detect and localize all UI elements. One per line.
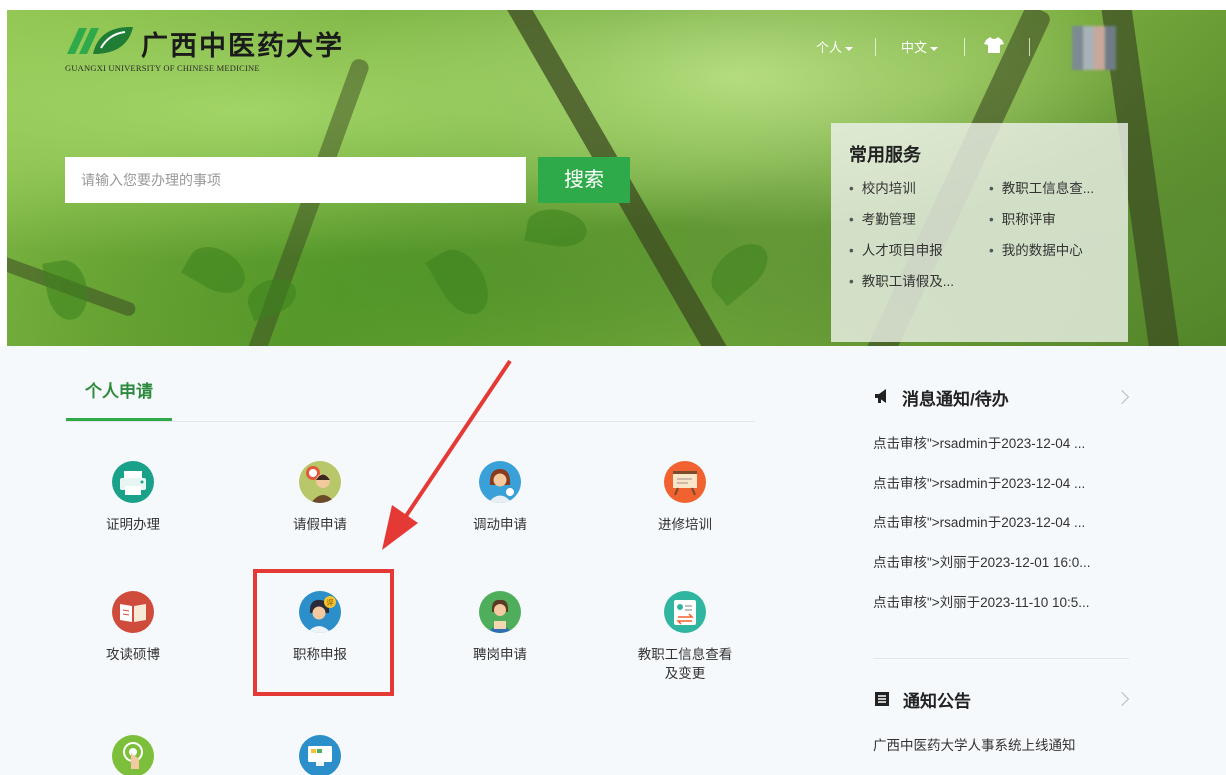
notice-item[interactable]: 广西中医药大学人事系统上线通知 <box>873 734 1076 754</box>
service-link[interactable]: 校内培训 <box>849 177 989 197</box>
search-input[interactable]: 请输入您要办理的事项 <box>65 157 526 203</box>
service-link[interactable]: 教职工请假及... <box>849 270 989 290</box>
service-link[interactable]: 职称评审 <box>989 208 1129 228</box>
avatar[interactable] <box>1072 26 1116 70</box>
message-item[interactable]: 点击审核">rsadmin于2023-12-04 ... <box>873 511 1085 531</box>
services-title: 常用服务 <box>849 145 921 165</box>
printer-icon <box>112 461 154 503</box>
monitor-icon <box>299 735 341 775</box>
app-certificate[interactable]: 证明办理 <box>63 461 203 534</box>
search-button[interactable]: 搜索 <box>538 157 630 203</box>
annotation-arrow-icon <box>382 359 512 550</box>
app-label: 攻读硕博 <box>106 647 160 662</box>
service-link[interactable]: 我的数据中心 <box>989 239 1129 259</box>
nav-divider <box>964 38 965 56</box>
message-item[interactable]: 点击审核">刘丽于2023-11-10 10:5... <box>873 591 1090 611</box>
top-nav: 个人 中文 <box>816 10 1226 75</box>
common-services-panel: 常用服务 校内培训 教职工信息查... 考勤管理 职称评审 人才项目申报 我的数… <box>831 123 1128 342</box>
personal-menu-label: 个人 <box>816 40 843 55</box>
app-graduate-study[interactable]: 攻读硕博 <box>63 591 203 664</box>
logo-chinese-name: 广西中医药大学 <box>141 31 344 62</box>
language-menu-label: 中文 <box>901 40 928 55</box>
service-link[interactable]: 人才项目申报 <box>849 239 989 259</box>
notice-list-icon <box>875 692 889 706</box>
app-staff-info[interactable]: 教职工信息查看 及变更 <box>615 591 755 683</box>
nav-divider <box>875 38 876 56</box>
hero-banner: 广西中医药大学 GUANGXI UNIVERSITY OF CHINESE ME… <box>7 10 1226 346</box>
section-divider <box>873 658 1129 659</box>
shirt-icon[interactable] <box>984 36 1004 54</box>
app-label: 请假申请 <box>293 517 347 532</box>
service-link[interactable]: 教职工信息查... <box>989 177 1129 197</box>
messages-title: 消息通知/待办 <box>902 390 1009 409</box>
logo-mark-icon <box>67 26 133 54</box>
tab-personal-application[interactable]: 个人申请 <box>85 377 153 402</box>
chevron-down-icon <box>930 46 939 51</box>
message-item[interactable]: 点击审核">rsadmin于2023-12-04 ... <box>873 432 1085 452</box>
app-monitor[interactable] <box>250 735 390 775</box>
app-touch[interactable] <box>63 735 203 775</box>
profile-card-icon <box>664 591 706 633</box>
chevron-down-icon <box>845 46 854 51</box>
board-icon <box>664 461 706 503</box>
app-label: 聘岗申请 <box>473 647 527 662</box>
nav-divider <box>1029 38 1030 56</box>
app-post-application[interactable]: 聘岗申请 <box>430 591 570 664</box>
app-training[interactable]: 进修培训 <box>615 461 755 534</box>
clock-person-icon <box>299 461 341 503</box>
app-label: 证明办理 <box>106 517 160 532</box>
message-item[interactable]: 点击审核">rsadmin于2023-12-04 ... <box>873 472 1085 492</box>
employee-icon <box>479 591 521 633</box>
notices-title: 通知公告 <box>903 692 971 711</box>
personal-menu[interactable]: 个人 <box>816 37 854 56</box>
app-label: 进修培训 <box>658 517 712 532</box>
megaphone-icon <box>875 389 886 403</box>
app-leave-request[interactable]: 请假申请 <box>250 461 390 534</box>
book-icon <box>112 591 154 633</box>
highlight-box <box>253 569 394 696</box>
app-label: 教职工信息查看 及变更 <box>637 647 733 681</box>
service-link[interactable]: 考勤管理 <box>849 208 989 228</box>
language-menu[interactable]: 中文 <box>901 37 939 56</box>
logo-english-name: GUANGXI UNIVERSITY OF CHINESE MEDICINE <box>65 63 260 73</box>
touch-icon <box>112 735 154 775</box>
message-item[interactable]: 点击审核">刘丽于2023-12-01 16:0... <box>873 551 1091 571</box>
